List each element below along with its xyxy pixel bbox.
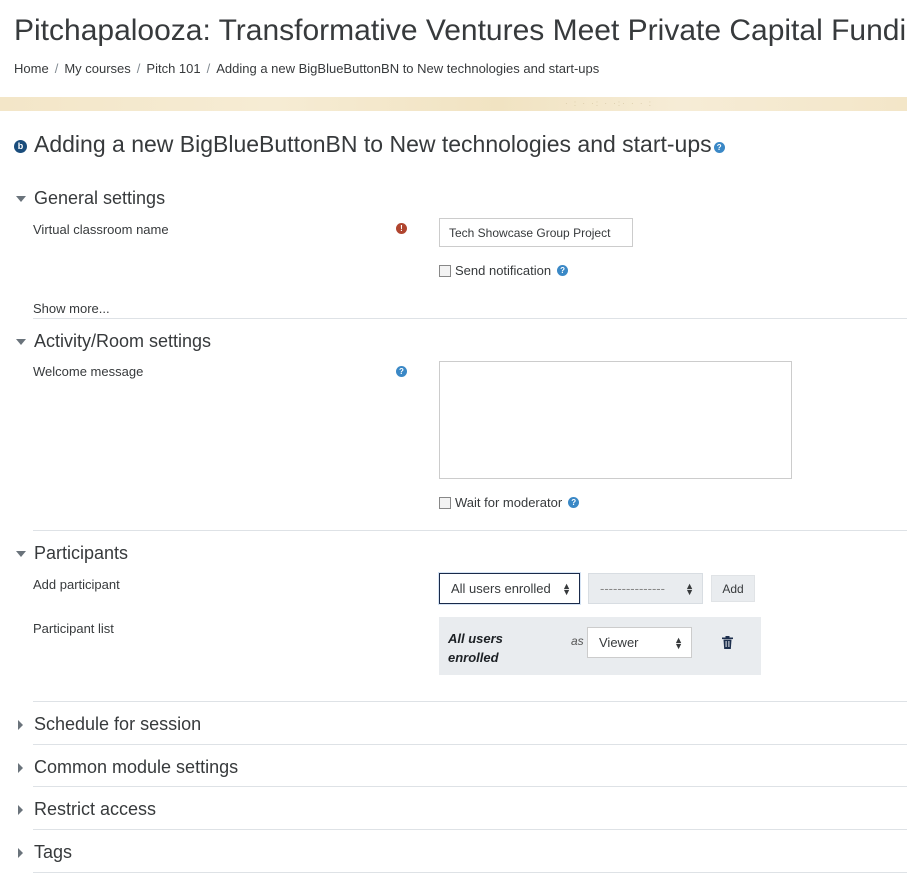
send-notification-label[interactable]: Send notification (455, 263, 551, 278)
section-title: Common module settings (34, 757, 239, 777)
select-arrows-icon: ▲ ▼ (674, 634, 683, 651)
add-participant-label: Add participant (33, 577, 120, 592)
form-heading: b Adding a new BigBlueButtonBN to New te… (14, 131, 725, 158)
help-icon[interactable]: ? (557, 265, 569, 276)
section-restrict-access[interactable]: Restrict access (16, 799, 156, 820)
participant-list-label: Participant list (33, 621, 114, 636)
select-value: Viewer (599, 635, 639, 650)
section-divider (33, 530, 907, 531)
section-divider (33, 318, 907, 319)
caret-right-icon (18, 847, 23, 858)
participant-as-label: as (571, 634, 584, 648)
section-title: Participants (34, 543, 129, 563)
wait-for-moderator-checkbox[interactable] (439, 496, 451, 509)
breadcrumb-separator: / (206, 61, 211, 76)
section-title: Tags (34, 842, 73, 862)
section-common-module-settings[interactable]: Common module settings (16, 757, 238, 778)
help-icon[interactable]: ? (568, 497, 580, 508)
help-icon[interactable]: ? (713, 142, 725, 153)
breadcrumb-my-courses[interactable]: My courses (64, 61, 130, 76)
section-divider (33, 786, 907, 787)
caret-down-icon (16, 195, 26, 202)
send-notification-row: Send notification ? (439, 263, 569, 278)
section-activity-room-settings[interactable]: Activity/Room settings (16, 331, 211, 352)
section-title: Schedule for session (34, 714, 202, 734)
select-arrows-icon: ▲ ▼ (562, 580, 571, 597)
select-value: All users enrolled (451, 581, 551, 596)
caret-right-icon (18, 762, 23, 773)
breadcrumb: Home / My courses / Pitch 101 / Adding a new B… (14, 61, 599, 76)
bigbluebutton-icon: b (14, 139, 27, 153)
participant-role-select[interactable]: Viewer ▲ ▼ (587, 627, 692, 658)
participant-selection-select[interactable]: --------------- ▲ ▼ (588, 573, 703, 604)
caret-right-icon (18, 719, 23, 730)
section-participants[interactable]: Participants (16, 543, 128, 564)
section-title: General settings (34, 188, 166, 208)
caret-down-icon (16, 338, 26, 345)
form-heading-text: Adding a new BigBlueButtonBN to New tech… (34, 131, 712, 157)
participant-name: All users enrolled (448, 631, 503, 665)
virtual-classroom-name-label: Virtual classroom name (33, 222, 169, 237)
section-general-settings[interactable]: General settings (16, 188, 165, 209)
section-divider (33, 701, 907, 702)
help-icon[interactable]: ? (396, 366, 407, 377)
breadcrumb-current: Adding a new BigBlueButtonBN to New tech… (216, 61, 600, 76)
section-divider (33, 744, 907, 745)
select-value: --------------- (600, 581, 665, 596)
breadcrumb-separator: / (136, 61, 141, 76)
section-schedule-for-session[interactable]: Schedule for session (16, 714, 201, 735)
welcome-message-textarea[interactable] (439, 361, 792, 479)
wait-moderator-row: Wait for moderator ? (439, 495, 580, 510)
section-divider (33, 829, 907, 830)
select-arrows-icon: ▲ ▼ (685, 580, 694, 597)
section-divider (33, 872, 907, 873)
section-tags[interactable]: Tags (16, 842, 72, 863)
breadcrumb-home[interactable]: Home (14, 61, 49, 76)
breadcrumb-separator: / (54, 61, 59, 76)
caret-down-icon (16, 550, 26, 557)
welcome-message-label: Welcome message (33, 364, 144, 379)
header-banner (0, 97, 907, 111)
page-title: Pitchapalooza: Transformative Ventures M… (14, 14, 907, 47)
virtual-classroom-name-input[interactable]: Tech Showcase Group Project (439, 218, 633, 247)
trash-icon[interactable] (722, 636, 733, 649)
show-more-link[interactable]: Show more... (33, 301, 110, 316)
banner-decoration: · : · ·: · ·:· · · : (565, 99, 653, 108)
add-participant-button[interactable]: Add (711, 575, 755, 602)
caret-right-icon (18, 804, 23, 815)
required-icon: ! (396, 223, 407, 234)
section-title: Activity/Room settings (34, 331, 212, 351)
wait-for-moderator-label[interactable]: Wait for moderator (455, 495, 562, 510)
breadcrumb-course[interactable]: Pitch 101 (146, 61, 200, 76)
participant-type-select[interactable]: All users enrolled ▲ ▼ (439, 573, 580, 604)
section-title: Restrict access (34, 799, 157, 819)
send-notification-checkbox[interactable] (439, 264, 451, 277)
